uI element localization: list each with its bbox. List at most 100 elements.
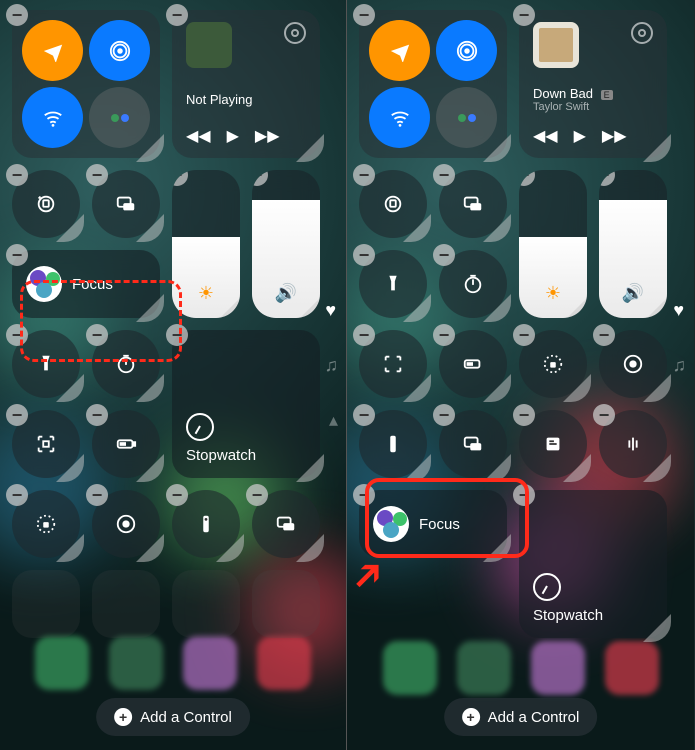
resize-handle[interactable] — [136, 374, 164, 402]
remove-badge[interactable]: − — [6, 4, 28, 26]
resize-handle[interactable] — [136, 214, 164, 242]
forward-icon[interactable]: ▶▶ — [255, 126, 280, 146]
screen-mirroring-button-2[interactable]: − — [439, 410, 507, 478]
remote-button[interactable]: − — [359, 410, 427, 478]
album-art — [533, 22, 579, 68]
wifi-toggle[interactable] — [369, 87, 430, 148]
code-scanner-button[interactable]: − — [359, 330, 427, 398]
screen-mirroring-button[interactable]: − — [439, 170, 507, 238]
airdrop-toggle[interactable] — [89, 20, 150, 81]
stopwatch-tile[interactable]: − Stopwatch — [519, 490, 667, 638]
brightness-icon: ☀ — [545, 283, 561, 304]
resize-handle[interactable] — [136, 454, 164, 482]
flashlight-button[interactable]: − — [359, 250, 427, 318]
add-control-button[interactable]: + Add a Control — [444, 698, 598, 736]
remove-badge[interactable]: − — [166, 324, 188, 346]
volume-icon: 🔊 — [275, 283, 297, 304]
remove-badge[interactable]: − — [166, 4, 188, 26]
sound-recognition-button[interactable]: − — [599, 410, 667, 478]
remove-badge[interactable]: − — [6, 484, 28, 506]
airplay-icon[interactable] — [631, 22, 653, 44]
focus-tile[interactable]: − Focus — [359, 490, 507, 558]
remote-button[interactable]: − — [172, 490, 240, 558]
favorite-heart-icon[interactable]: ♥ — [673, 300, 684, 321]
empty-slot[interactable] — [12, 570, 80, 638]
focus-tile[interactable]: − Focus — [12, 250, 160, 318]
remove-badge[interactable]: − — [6, 324, 28, 346]
volume-slider[interactable]: − 🔊 — [252, 170, 320, 318]
resize-handle[interactable] — [483, 534, 511, 562]
connectivity-panel[interactable]: − — [359, 10, 507, 158]
cellular-bluetooth-group[interactable] — [436, 87, 497, 148]
remove-badge[interactable]: − — [513, 484, 535, 506]
remove-badge[interactable]: − — [86, 164, 108, 186]
orientation-lock-button[interactable]: − — [359, 170, 427, 238]
resize-handle[interactable] — [136, 534, 164, 562]
empty-slot[interactable] — [252, 570, 320, 638]
remove-badge[interactable]: − — [246, 484, 268, 506]
resize-handle[interactable] — [56, 454, 84, 482]
cell-tower-icon: ▴ — [329, 410, 338, 431]
timer-button[interactable]: − — [439, 250, 507, 318]
resize-handle[interactable] — [216, 534, 244, 562]
cellular-bluetooth-group[interactable] — [89, 87, 150, 148]
empty-slot[interactable] — [172, 570, 240, 638]
airdrop-toggle[interactable] — [436, 20, 497, 81]
low-power-button[interactable]: − — [92, 410, 160, 478]
screen-mirroring-button-2[interactable]: − — [252, 490, 320, 558]
stopwatch-tile[interactable]: − Stopwatch — [172, 330, 320, 478]
resize-handle[interactable] — [56, 534, 84, 562]
resize-handle[interactable] — [136, 294, 164, 322]
play-icon[interactable]: ▶ — [227, 126, 239, 146]
remove-badge[interactable]: − — [6, 404, 28, 426]
privacy-lock-button[interactable]: − — [12, 490, 80, 558]
low-power-button[interactable]: − — [439, 330, 507, 398]
play-icon[interactable]: ▶ — [574, 126, 586, 146]
code-scanner-button[interactable]: − — [12, 410, 80, 478]
airplane-toggle[interactable] — [369, 20, 430, 81]
resize-handle[interactable] — [296, 534, 324, 562]
remove-badge[interactable]: − — [6, 244, 28, 266]
privacy-lock-button[interactable]: − — [519, 330, 587, 398]
remove-badge[interactable]: − — [172, 170, 188, 186]
remove-badge[interactable]: − — [86, 324, 108, 346]
remove-badge[interactable]: − — [166, 484, 188, 506]
rewind-icon[interactable]: ◀◀ — [533, 126, 558, 146]
empty-slot[interactable] — [92, 570, 160, 638]
screen-record-button[interactable]: − — [92, 490, 160, 558]
focus-label: Focus — [72, 276, 113, 293]
remove-badge[interactable]: − — [86, 404, 108, 426]
airplay-icon[interactable] — [284, 22, 306, 44]
album-art-placeholder — [186, 22, 232, 68]
orientation-lock-button[interactable]: − — [12, 170, 80, 238]
remove-badge[interactable]: − — [86, 484, 108, 506]
airplane-toggle[interactable] — [22, 20, 83, 81]
remove-badge[interactable]: − — [513, 4, 535, 26]
resize-handle[interactable] — [56, 374, 84, 402]
music-note-icon: ♫ — [325, 355, 339, 376]
quick-note-button[interactable]: − — [519, 410, 587, 478]
remove-badge[interactable]: − — [353, 484, 375, 506]
remove-badge[interactable]: − — [252, 170, 268, 186]
media-panel[interactable]: − Not Playing ◀◀ ▶ ▶▶ — [172, 10, 320, 158]
resize-handle[interactable] — [56, 214, 84, 242]
favorite-heart-icon[interactable]: ♥ — [325, 300, 336, 321]
focus-label: Focus — [419, 516, 460, 533]
remove-badge[interactable]: − — [6, 164, 28, 186]
rewind-icon[interactable]: ◀◀ — [186, 126, 211, 146]
remove-badge[interactable]: − — [353, 4, 375, 26]
screen-record-button[interactable]: − — [599, 330, 667, 398]
brightness-slider[interactable]: −☀ — [519, 170, 587, 318]
forward-icon[interactable]: ▶▶ — [602, 126, 627, 146]
flashlight-button[interactable]: − — [12, 330, 80, 398]
volume-slider[interactable]: −🔊 — [599, 170, 667, 318]
connectivity-panel[interactable]: − — [12, 10, 160, 158]
stopwatch-label: Stopwatch — [533, 607, 653, 624]
brightness-slider[interactable]: − ☀ — [172, 170, 240, 318]
dock — [0, 636, 346, 690]
wifi-toggle[interactable] — [22, 87, 83, 148]
add-control-button[interactable]: + Add a Control — [96, 698, 250, 736]
timer-button[interactable]: − — [92, 330, 160, 398]
media-panel[interactable]: − Down Bad E Taylor Swift ◀◀ ▶ ▶▶ — [519, 10, 667, 158]
screen-mirroring-button[interactable]: − — [92, 170, 160, 238]
